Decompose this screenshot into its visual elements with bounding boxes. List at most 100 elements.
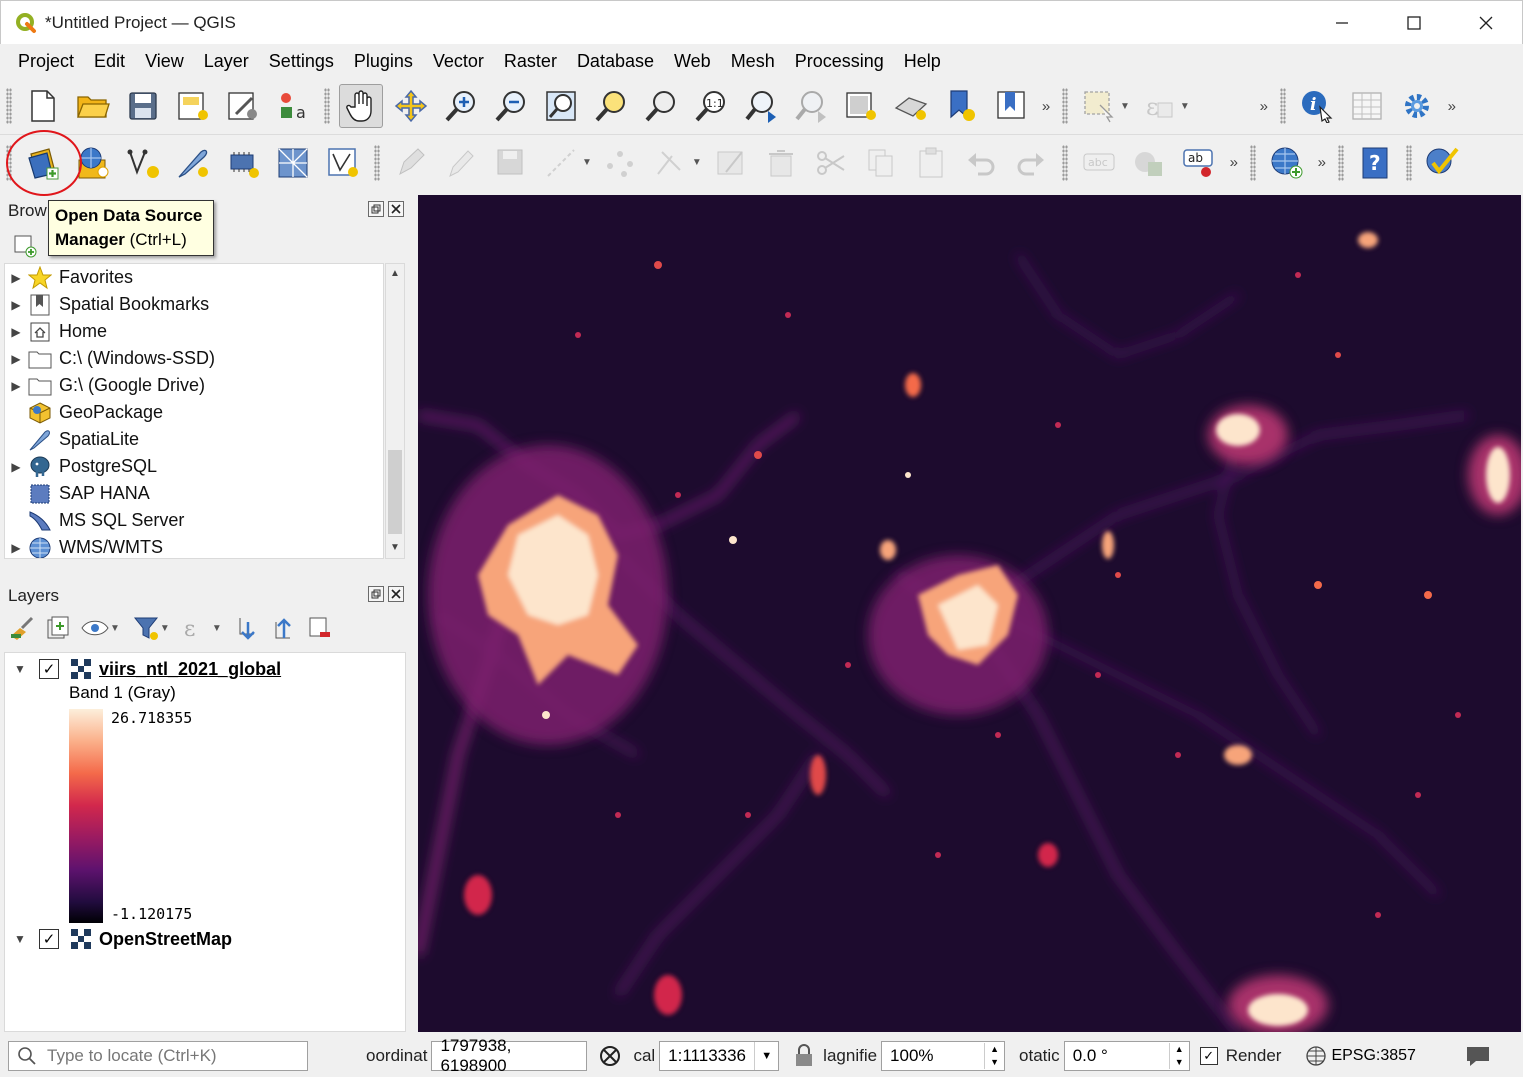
dropdown-arrow-icon[interactable]: ▼ [754,1042,778,1070]
pan-to-selection-button[interactable] [389,84,433,128]
tree-item-spatialite[interactable]: SpatiaLite [5,426,383,453]
menu-processing[interactable]: Processing [785,51,894,72]
new-3d-map-view-button[interactable] [889,84,933,128]
zoom-full-button[interactable] [539,84,583,128]
expand-arrow-icon[interactable]: ▶ [5,352,27,366]
tree-item-geopackage[interactable]: GeoPackage [5,399,383,426]
minimize-button[interactable] [1306,1,1378,45]
paste-features-button[interactable] [909,141,953,185]
layer-row-openstreetmap[interactable]: ▼ ✓ OpenStreetMap [9,925,405,953]
toggle-extents-mouse-icon[interactable] [597,1042,625,1070]
show-spatial-bookmarks-button[interactable] [989,84,1033,128]
expand-arrow-icon[interactable]: ▶ [5,325,27,339]
scale-combobox[interactable]: 1:1113336 ▼ [659,1041,780,1071]
menu-view[interactable]: View [135,51,194,72]
identify-features-button[interactable]: i [1295,84,1339,128]
menu-layer[interactable]: Layer [194,51,259,72]
tree-item-g-drive[interactable]: ▶ G:\ (Google Drive) [5,372,383,399]
zoom-in-button[interactable] [439,84,483,128]
style-manager-button[interactable]: a [271,84,315,128]
diagram-options-button[interactable] [1127,141,1171,185]
render-checkbox[interactable]: ✓ [1199,1047,1218,1065]
zoom-to-layer-button[interactable] [639,84,683,128]
toolbar-overflow-chevron[interactable]: » [1442,98,1462,115]
expand-arrow-icon[interactable]: ▶ [5,271,27,285]
float-panel-button[interactable] [368,201,384,217]
expand-all-icon[interactable] [234,614,262,642]
open-project-button[interactable] [71,84,115,128]
tree-item-spatial-bookmarks[interactable]: ▶ Spatial Bookmarks [5,291,383,318]
redo-button[interactable] [1009,141,1053,185]
menu-vector[interactable]: Vector [423,51,494,72]
toolbar-grip[interactable] [1405,144,1412,181]
save-project-button[interactable] [121,84,165,128]
toolbar-grip[interactable] [1061,144,1068,181]
coordinate-field[interactable]: 1797938, 6198900 [431,1036,588,1075]
toolbar-grip[interactable] [1337,144,1344,181]
add-delimited-text-layer-button[interactable] [121,141,165,185]
magnifier-spinbox[interactable]: 100% ▲ ▼ [881,1041,1006,1071]
menu-edit[interactable]: Edit [84,51,135,72]
toolbar-grip[interactable] [324,88,330,124]
save-layer-edits-button[interactable] [489,141,533,185]
dropdown-arrow-icon[interactable]: ▼ [1180,101,1190,112]
close-button[interactable] [1450,1,1522,45]
delete-selected-button[interactable] [759,141,803,185]
filter-icon[interactable] [132,614,160,642]
close-panel-button[interactable] [388,586,404,602]
maximize-button[interactable] [1378,1,1450,45]
layer-visibility-checkbox[interactable]: ✓ [39,929,59,949]
tree-item-home[interactable]: ▶ Home [5,318,383,345]
add-virtual-layer-button[interactable] [221,141,265,185]
scroll-up-icon[interactable]: ▲ [386,264,404,284]
toolbar-overflow-chevron[interactable]: » [1224,154,1244,171]
layer-visibility-checkbox[interactable]: ✓ [39,659,59,679]
menu-settings[interactable]: Settings [259,51,344,72]
zoom-out-button[interactable] [489,84,533,128]
dropdown-arrow-icon[interactable]: ▼ [1120,101,1130,112]
new-shapefile-layer-button[interactable] [321,141,365,185]
toolbox-button[interactable] [1395,84,1439,128]
plugin-tool-button[interactable] [1421,141,1465,185]
add-selected-layers-button[interactable] [12,233,38,264]
expression-filter-icon[interactable]: ε [182,614,208,642]
toolbar-grip[interactable] [374,144,380,181]
menu-web[interactable]: Web [664,51,721,72]
toolbar-grip[interactable] [6,88,12,124]
menu-mesh[interactable]: Mesh [721,51,785,72]
edit-attribute-table-button[interactable] [709,141,753,185]
menu-database[interactable]: Database [567,51,664,72]
crs-globe-icon[interactable] [1305,1045,1327,1067]
expand-arrow-icon[interactable]: ▶ [5,460,27,474]
toggle-editing-button[interactable] [439,141,483,185]
copy-features-button[interactable] [859,141,903,185]
undo-button[interactable] [959,141,1003,185]
map-canvas[interactable] [418,195,1521,1032]
tree-item-sap-hana[interactable]: SAP HANA [5,480,383,507]
browser-scrollbar[interactable]: ▲ ▼ [385,263,405,559]
toolbar-overflow-chevron[interactable]: » [1036,98,1056,115]
menu-plugins[interactable]: Plugins [344,51,423,72]
locator-search-field[interactable]: Type to locate (Ctrl+K) [8,1041,308,1071]
zoom-to-selection-button[interactable] [589,84,633,128]
spin-arrows-icon[interactable]: ▲ ▼ [1168,1043,1189,1069]
float-panel-button[interactable] [368,586,384,602]
help-contents-button[interactable]: ? [1353,141,1397,185]
new-print-layout-button[interactable] [171,84,215,128]
tree-item-postgresql[interactable]: ▶ PostgreSQL [5,453,383,480]
close-panel-button[interactable] [388,201,404,217]
layout-manager-button[interactable] [221,84,265,128]
toolbar-grip[interactable] [1279,88,1286,124]
layer-labeling-button[interactable]: abc [1077,141,1121,185]
tree-item-wms-wmts[interactable]: ▶ WMS/WMTS [5,534,383,558]
add-spatialite-layer-button[interactable] [171,141,215,185]
dropdown-arrow-icon[interactable]: ▼ [582,157,592,168]
current-edits-button[interactable] [389,141,433,185]
menu-raster[interactable]: Raster [494,51,567,72]
expand-arrow-icon[interactable]: ▶ [5,541,27,555]
expand-arrow-icon[interactable]: ▶ [5,379,27,393]
tree-item-ms-sql-server[interactable]: MS SQL Server [5,507,383,534]
scroll-down-icon[interactable]: ▼ [386,538,404,558]
rotation-spinbox[interactable]: 0.0 ° ▲ ▼ [1063,1041,1190,1071]
select-by-expression-button[interactable]: ε [1137,84,1181,128]
